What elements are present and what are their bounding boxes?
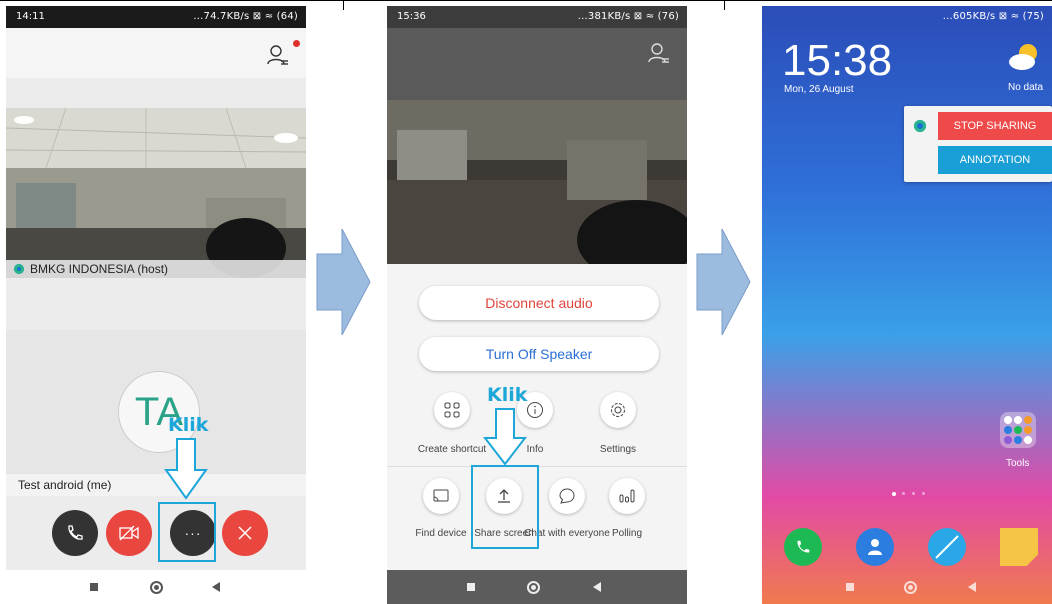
android-navbar <box>6 570 306 604</box>
sharing-controls: STOP SHARING ANNOTATION <box>904 106 1052 182</box>
tools-folder[interactable] <box>1000 412 1036 448</box>
disconnect-audio-button[interactable]: Disconnect audio <box>419 286 659 320</box>
android-navbar <box>762 570 1052 604</box>
chat-icon <box>559 488 575 504</box>
cast-icon <box>433 489 449 502</box>
home-icon[interactable] <box>904 581 917 594</box>
weather-label: No data <box>1008 82 1044 93</box>
screenshot-meeting: 14:11 ...74.7KB/s ⊠ ≈ (64) BMKG INDONESI… <box>6 6 306 604</box>
status-indicators: ...605KB/s ⊠ ≈ (75) <box>942 11 1044 22</box>
recent-apps-icon[interactable] <box>467 583 475 591</box>
notification-dot <box>293 40 300 47</box>
back-icon[interactable] <box>593 582 601 592</box>
host-label: BMKG INDONESIA (host) <box>30 262 169 276</box>
lock-date: Mon, 26 August <box>784 84 854 95</box>
status-indicators: ...74.7KB/s ⊠ ≈ (64) <box>193 11 298 22</box>
host-name-bar: BMKG INDONESIA (host) <box>6 260 306 278</box>
recent-apps-icon[interactable] <box>846 583 854 591</box>
status-indicators: ...381KB/s ⊠ ≈ (76) <box>577 11 679 22</box>
video-scene <box>387 100 687 264</box>
chat-button[interactable] <box>549 478 585 514</box>
back-icon[interactable] <box>968 582 976 592</box>
android-navbar <box>387 570 687 604</box>
settings-button[interactable] <box>600 392 636 428</box>
video-button[interactable] <box>106 510 152 556</box>
klik-annotation: Klik <box>487 384 528 406</box>
polling-button[interactable] <box>609 478 645 514</box>
annotation-arrow-down <box>164 438 208 500</box>
status-bar: 14:11 ...74.7KB/s ⊠ ≈ (64) <box>6 6 306 28</box>
table-divider-1 <box>343 0 344 10</box>
screenshot-homescreen: ...605KB/s ⊠ ≈ (75) 15:38 Mon, 26 August… <box>762 6 1052 604</box>
grid-icon <box>444 402 460 418</box>
screenshot-options: 15:36 ...381KB/s ⊠ ≈ (76) Disconnect aud… <box>387 6 687 604</box>
notes-app-icon[interactable] <box>1000 528 1038 566</box>
status-bar: 15:36 ...381KB/s ⊠ ≈ (76) <box>387 6 687 28</box>
home-icon[interactable] <box>150 581 163 594</box>
host-video-dimmed <box>387 100 687 264</box>
back-icon[interactable] <box>212 582 220 592</box>
flow-arrow-1 <box>316 228 371 336</box>
self-label: Test android (me) <box>18 478 112 492</box>
host-video[interactable]: BMKG INDONESIA (host) <box>6 108 306 278</box>
meeting-header <box>387 28 687 100</box>
end-call-button[interactable] <box>222 510 268 556</box>
tools-label: Tools <box>1006 458 1030 469</box>
info-icon <box>527 402 543 418</box>
phone-app-icon[interactable] <box>784 528 822 566</box>
table-divider-2 <box>724 0 725 10</box>
contacts-app-icon[interactable] <box>856 528 894 566</box>
highlight-more <box>158 502 216 562</box>
participants-icon[interactable] <box>266 44 290 66</box>
lock-clock: 15:38 <box>782 36 893 85</box>
table-top-border <box>0 0 1052 1</box>
host-status-icon <box>14 264 24 274</box>
flow-arrow-2 <box>696 228 751 336</box>
page-indicator <box>892 492 932 496</box>
polling-label: Polling <box>611 528 643 539</box>
zoom-share-icon <box>914 120 926 132</box>
klik-annotation: Klik <box>168 414 209 436</box>
settings-icon <box>611 403 625 417</box>
meeting-header <box>6 28 306 78</box>
participants-icon[interactable] <box>647 42 671 64</box>
video-off-icon <box>119 525 139 541</box>
poll-icon <box>619 489 635 503</box>
status-time: 14:11 <box>16 11 45 22</box>
create-shortcut-button[interactable] <box>434 392 470 428</box>
recent-apps-icon[interactable] <box>90 583 98 591</box>
settings-label: Settings <box>599 444 637 455</box>
close-icon <box>238 526 252 540</box>
video-scene <box>6 108 306 278</box>
phone-button[interactable] <box>52 510 98 556</box>
turn-off-speaker-button[interactable]: Turn Off Speaker <box>419 337 659 371</box>
home-icon[interactable] <box>527 581 540 594</box>
status-bar: ...605KB/s ⊠ ≈ (75) <box>762 6 1052 28</box>
annotation-arrow-down <box>483 408 527 466</box>
find-device-button[interactable] <box>423 478 459 514</box>
self-label-bar: Test android (me) <box>6 474 306 496</box>
highlight-share-screen <box>471 465 539 549</box>
call-controls: ··· <box>6 496 306 568</box>
status-time: 15:36 <box>397 11 426 22</box>
weather-icon <box>1009 44 1037 70</box>
annotation-button[interactable]: ANNOTATION <box>938 146 1052 174</box>
phone-icon <box>68 525 83 540</box>
stop-sharing-button[interactable]: STOP SHARING <box>938 112 1052 140</box>
browser-app-icon[interactable] <box>928 528 966 566</box>
